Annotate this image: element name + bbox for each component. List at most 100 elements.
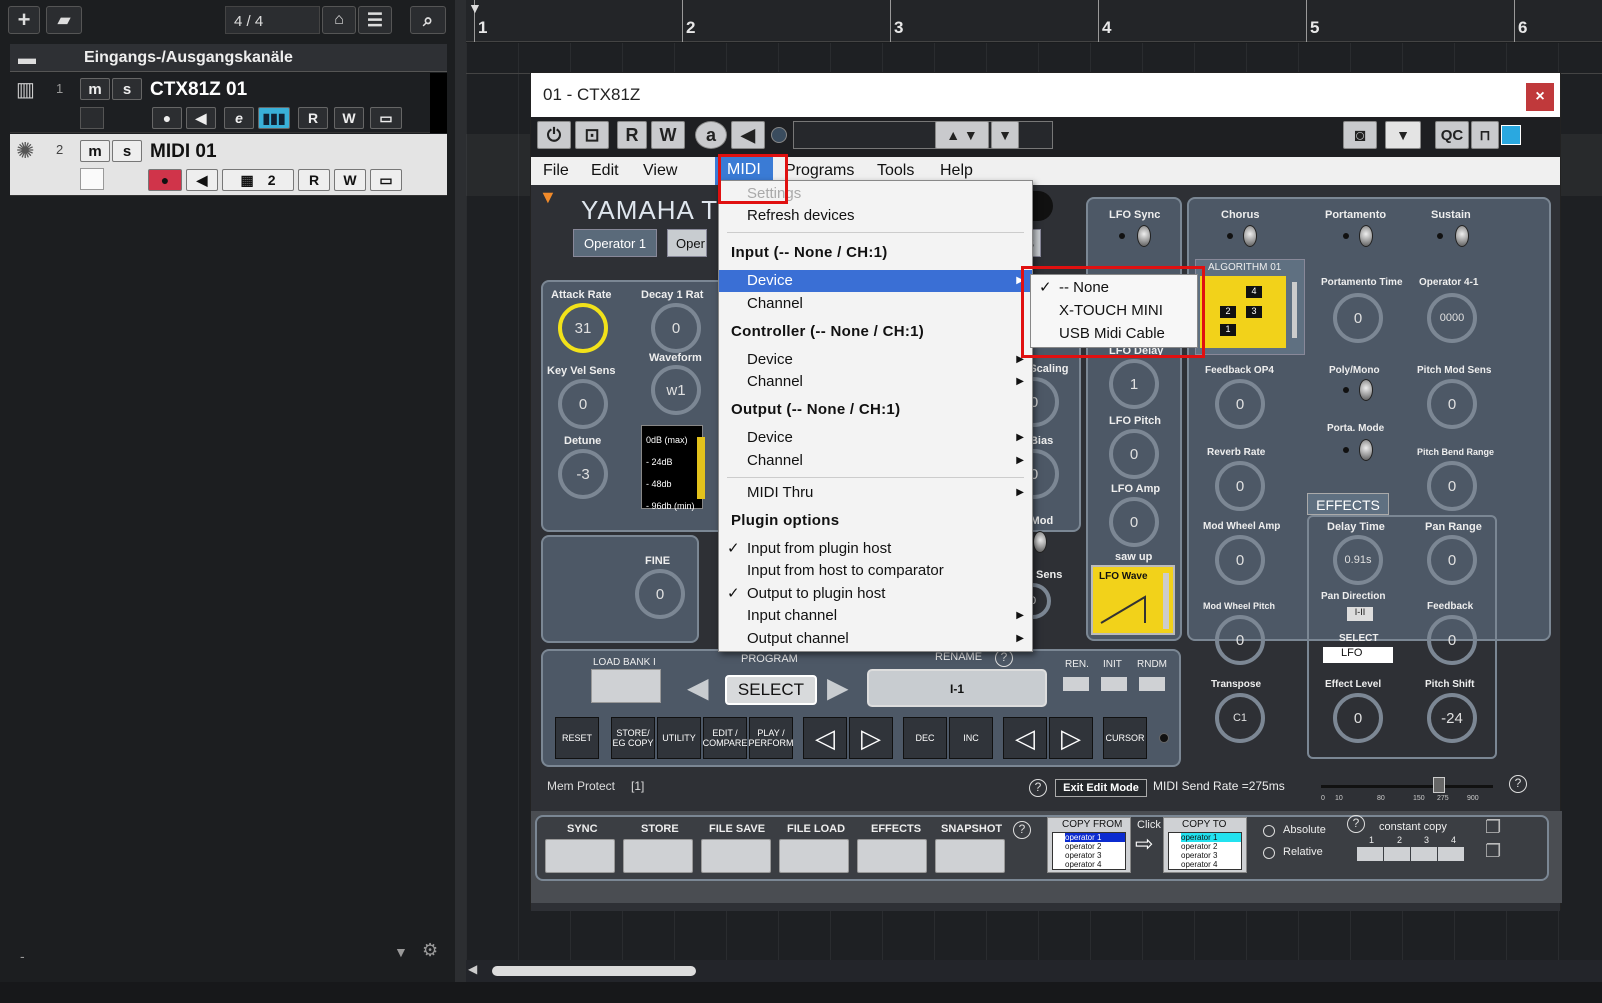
copy-from-operator[interactable]: operator 3 xyxy=(1065,851,1125,860)
quick-controls-button[interactable]: QC xyxy=(1435,121,1469,149)
lanes-icon[interactable]: ▭ xyxy=(370,107,402,129)
key-vel-sens-knob[interactable]: 0 xyxy=(558,379,608,429)
op41-knob[interactable]: 0000 xyxy=(1427,293,1477,343)
copy-icon[interactable]: ❐ xyxy=(1485,817,1501,838)
effect-select[interactable]: LFO xyxy=(1323,647,1393,663)
tab-operator-2[interactable]: Oper xyxy=(667,229,707,257)
effect-level-knob[interactable]: 0 xyxy=(1333,693,1383,743)
pitch-bend-range-knob[interactable]: 0 xyxy=(1427,461,1477,511)
rndm-button[interactable] xyxy=(1139,677,1165,691)
arrow-left-icon[interactable]: ◀ xyxy=(731,121,765,149)
lanes-icon[interactable]: ▭ xyxy=(370,169,402,191)
program-next-icon[interactable]: ▶ xyxy=(827,671,849,704)
copy-from-panel[interactable]: COPY FROM operator 1 operator 2 operator… xyxy=(1047,817,1131,873)
close-button[interactable]: × xyxy=(1526,83,1554,111)
track-name[interactable]: MIDI 01 xyxy=(150,141,217,163)
transpose-knob[interactable]: C1 xyxy=(1215,693,1265,743)
chevron-left-icon[interactable]: ◀ xyxy=(468,962,477,976)
horizontal-scrollbar[interactable]: ◀ xyxy=(466,960,1602,982)
sustain-toggle[interactable] xyxy=(1455,225,1469,247)
waveform-knob[interactable]: w1 xyxy=(651,365,701,415)
algorithm-panel[interactable]: ALGORITHM 01 4 2 3 1 xyxy=(1195,259,1305,355)
write-button[interactable]: W xyxy=(334,107,364,129)
scrollbar-thumb[interactable] xyxy=(492,966,696,976)
color-indicator[interactable] xyxy=(1501,125,1521,145)
send-rate-slider[interactable] xyxy=(1321,785,1493,788)
home-icon[interactable]: ⌂ xyxy=(322,6,356,34)
lfo-pitch-knob[interactable]: 0 xyxy=(1109,429,1159,479)
pitch-mod-sens-knob[interactable]: 0 xyxy=(1427,379,1477,429)
list-icon[interactable]: ☰ xyxy=(358,6,392,34)
program-prev-icon[interactable]: ◀ xyxy=(687,671,709,704)
edit-compare-button[interactable]: EDIT / COMPARE xyxy=(703,717,747,759)
splitter[interactable] xyxy=(455,0,466,1003)
utility-button[interactable]: UTILITY xyxy=(657,717,701,759)
preset-arrows-icon[interactable]: ▲ ▼ xyxy=(935,121,989,149)
speaker-icon[interactable]: ◀ xyxy=(186,169,218,191)
lock-icon[interactable]: ⊓ xyxy=(1471,121,1499,149)
init-button[interactable] xyxy=(1101,677,1127,691)
effects-bottom-button[interactable] xyxy=(857,839,927,873)
store-button[interactable]: STORE/ EG COPY xyxy=(611,717,655,759)
read-button[interactable]: R xyxy=(298,169,330,191)
copy-from-operator[interactable]: operator 1 xyxy=(1065,833,1125,842)
paste-icon[interactable]: ❐ xyxy=(1485,841,1501,862)
ren-button[interactable] xyxy=(1063,677,1089,691)
copy-to-operator[interactable]: operator 2 xyxy=(1181,842,1241,851)
menu-item-output-channel[interactable]: Channel ▶ xyxy=(719,450,1032,472)
track-row-2[interactable]: ✺ 2 m s MIDI 01 ● ◀ ▦ 2 R W ▭ xyxy=(10,134,447,196)
reverb-rate-knob[interactable]: 0 xyxy=(1215,461,1265,511)
playhead-icon[interactable]: ▼ xyxy=(468,0,482,16)
time-signature[interactable]: 4 / 4 xyxy=(225,6,320,34)
help-icon[interactable]: ? xyxy=(1029,779,1047,797)
porta-time-knob[interactable]: 0 xyxy=(1333,293,1383,343)
track-row-1[interactable]: ▥ 1 m s CTX81Z 01 ● ◀ e ▮▮▮ R W ▭ xyxy=(10,73,447,133)
menu-item-input-to-comparator[interactable]: Input from host to comparator xyxy=(719,560,1032,582)
attack-rate-knob[interactable]: 31 xyxy=(558,303,608,353)
menu-item-output-to-host[interactable]: ✓ Output to plugin host xyxy=(719,583,1032,605)
file-load-button[interactable] xyxy=(779,839,849,873)
chorus-toggle[interactable] xyxy=(1243,225,1257,247)
mod-wheel-amp-knob[interactable]: 0 xyxy=(1215,535,1265,585)
menu-help[interactable]: Help xyxy=(940,162,973,180)
program-select-button[interactable]: SELECT xyxy=(725,675,817,705)
absolute-radio[interactable] xyxy=(1263,825,1275,837)
write-button[interactable]: W xyxy=(334,169,366,191)
menu-item-refresh-devices[interactable]: Refresh devices xyxy=(719,205,1032,227)
lfo-wave-display[interactable]: LFO Wave xyxy=(1091,565,1175,635)
copy-to-operator[interactable]: operator 4 xyxy=(1181,860,1241,869)
decay1-knob[interactable]: 0 xyxy=(651,303,701,353)
feedback-knob[interactable]: 0 xyxy=(1427,615,1477,665)
sync-button[interactable] xyxy=(545,839,615,873)
chevron-down-icon[interactable]: ▼ xyxy=(1385,121,1421,149)
track-name[interactable]: CTX81Z 01 xyxy=(150,79,247,101)
auto-button[interactable]: a xyxy=(695,121,727,149)
menu-item-input-channel[interactable]: Channel xyxy=(719,293,1032,315)
feedback-op4-knob[interactable]: 0 xyxy=(1215,379,1265,429)
chevron-down-icon[interactable]: ▼ xyxy=(394,944,408,960)
menu-item-controller-device[interactable]: Device ▶ xyxy=(719,349,1032,371)
menu-item-output-channel-opt[interactable]: Output channel ▶ xyxy=(719,628,1032,650)
relative-radio[interactable] xyxy=(1263,847,1275,859)
pitch-shift-knob[interactable]: -24 xyxy=(1427,693,1477,743)
copy-to-operator[interactable]: operator 1 xyxy=(1181,833,1241,842)
camera-icon[interactable]: ◙ xyxy=(1343,121,1377,149)
bypass-icon[interactable]: ⊡ xyxy=(575,121,609,149)
help-icon[interactable]: ? xyxy=(1347,815,1365,833)
cursor-right-icon[interactable]: ▷ xyxy=(1049,717,1093,759)
menu-item-midi-thru[interactable]: MIDI Thru ▶ xyxy=(719,482,1032,504)
arrow-right-icon[interactable]: ⇨ xyxy=(1135,831,1153,857)
mute-button[interactable]: m xyxy=(80,140,110,162)
search-icon[interactable]: ⌕ xyxy=(410,6,446,34)
record-icon[interactable]: ● xyxy=(152,107,182,129)
constant-copy-button-2[interactable] xyxy=(1384,847,1410,861)
dec-button[interactable]: DEC xyxy=(903,717,947,759)
copy-to-operator[interactable]: operator 3 xyxy=(1181,851,1241,860)
delay-time-knob[interactable]: 0.91s xyxy=(1333,535,1383,585)
program-name-field[interactable]: I-1 xyxy=(867,669,1047,707)
pan-direction-value[interactable]: I-II xyxy=(1347,607,1373,621)
solo-button[interactable]: s xyxy=(112,140,142,162)
menu-item-controller-channel[interactable]: Channel ▶ xyxy=(719,371,1032,393)
edit-icon[interactable]: e xyxy=(224,107,254,129)
chevron-down-icon[interactable]: ▼ xyxy=(991,121,1019,149)
